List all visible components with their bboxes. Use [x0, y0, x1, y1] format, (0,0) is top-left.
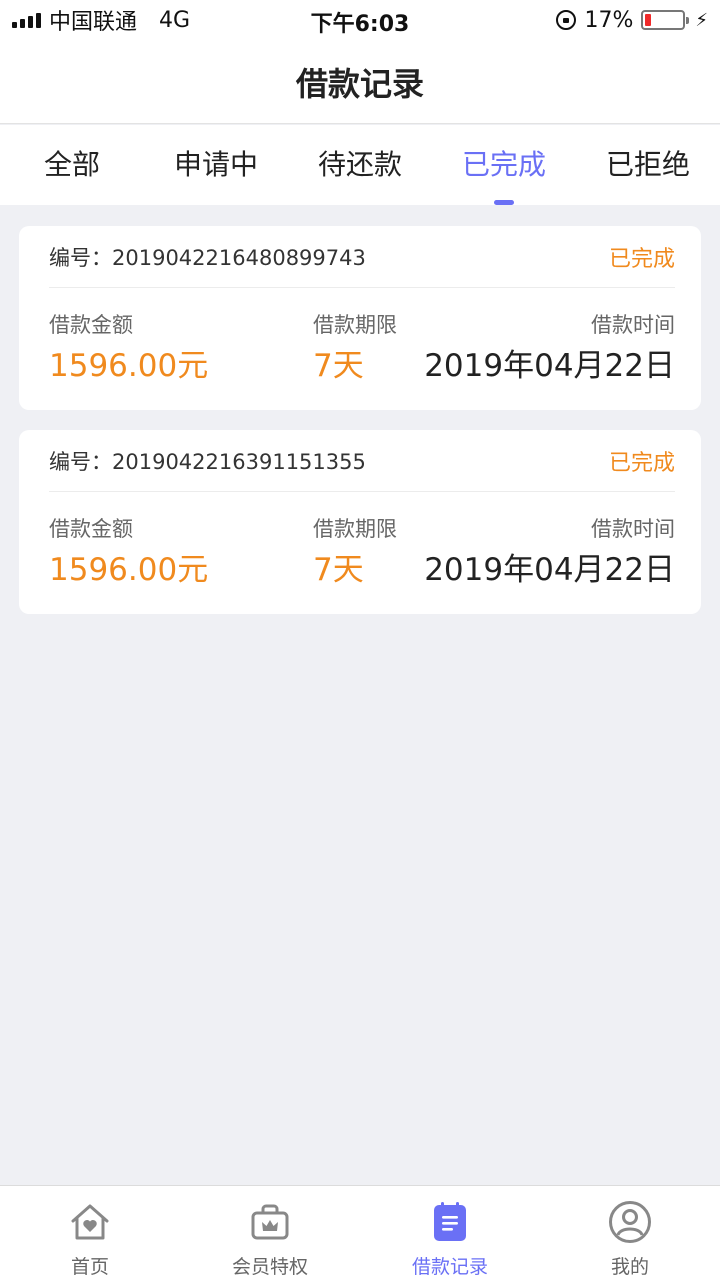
loan-amount: 借款金额 1596.00元 — [49, 516, 208, 590]
tab-all[interactable]: 全部 — [0, 125, 144, 205]
loan-amount-value: 1596.00元 — [49, 348, 209, 384]
record-details: 借款金额 1596.00元 借款期限 7天 借款时间 2019年04月22日 — [49, 492, 675, 613]
loan-time-value: 2019年04月22日 — [424, 552, 675, 588]
battery-icon — [641, 10, 690, 30]
tabbar-mine[interactable]: 我的 — [540, 1186, 720, 1280]
status-badge: 已完成 — [608, 450, 675, 476]
record-card[interactable]: 编号：2019042216391151355 已完成 借款金额 1596.00元… — [19, 430, 701, 614]
loan-period: 借款期限 7天 — [313, 312, 397, 386]
loan-time-value: 2019年04月22日 — [424, 348, 675, 384]
loan-period-label: 借款期限 — [313, 517, 397, 541]
record-details: 借款金额 1596.00元 借款期限 7天 借款时间 2019年04月22日 — [49, 288, 675, 409]
loan-period-value: 7天 — [313, 552, 364, 588]
order-number-label: 编号： — [49, 449, 112, 474]
order-number-label: 编号： — [49, 245, 112, 270]
order-number: 编号：2019042216391151355 — [49, 446, 366, 476]
tab-applying[interactable]: 申请中 — [144, 125, 288, 205]
tabbar-membership-label: 会员特权 — [231, 1256, 308, 1278]
loan-period-value: 7天 — [313, 348, 364, 384]
loan-period-label: 借款期限 — [313, 313, 397, 337]
loan-amount: 借款金额 1596.00元 — [49, 312, 208, 386]
loan-time-label: 借款时间 — [591, 517, 675, 541]
home-heart-icon — [68, 1200, 112, 1244]
page-title: 借款记录 — [295, 64, 424, 103]
tabbar-loan-records-label: 借款记录 — [411, 1256, 488, 1278]
loan-time-label: 借款时间 — [591, 313, 675, 337]
loan-amount-label: 借款金额 — [49, 517, 133, 541]
battery-percent: 17% — [584, 7, 634, 33]
loan-amount-value: 1596.00元 — [49, 552, 209, 588]
record-card[interactable]: 编号：2019042216480899743 已完成 借款金额 1596.00元… — [19, 226, 701, 410]
status-bar: 中国联通 4G 下午6:03 17% ⚡ — [0, 0, 720, 40]
filter-tabs: 全部 申请中 待还款 已完成 已拒绝 — [0, 125, 720, 205]
loan-period: 借款期限 7天 — [313, 516, 397, 590]
tabbar-mine-label: 我的 — [610, 1256, 649, 1278]
charging-icon: ⚡ — [695, 9, 708, 31]
tab-rejected[interactable]: 已拒绝 — [576, 125, 720, 205]
nav-bar: 借款记录 — [0, 40, 720, 124]
tabbar-loan-records[interactable]: 借款记录 — [360, 1186, 540, 1280]
status-right: 17% ⚡ — [556, 6, 708, 34]
tab-completed[interactable]: 已完成 — [432, 125, 576, 205]
tabbar-membership[interactable]: 会员特权 — [180, 1186, 360, 1280]
order-number-value: 2019042216391151355 — [112, 449, 366, 474]
record-list: 编号：2019042216480899743 已完成 借款金额 1596.00元… — [19, 226, 701, 634]
notepad-icon — [428, 1200, 472, 1244]
order-number: 编号：2019042216480899743 — [49, 242, 366, 272]
rotation-lock-icon — [556, 10, 577, 30]
loan-amount-label: 借款金额 — [49, 313, 133, 337]
crown-bag-icon — [248, 1200, 292, 1244]
user-circle-icon — [608, 1200, 652, 1244]
loan-time: 借款时间 2019年04月22日 — [424, 516, 675, 590]
status-badge: 已完成 — [608, 246, 675, 272]
tabbar-home-label: 首页 — [70, 1256, 109, 1278]
order-number-value: 2019042216480899743 — [112, 245, 366, 270]
loan-time: 借款时间 2019年04月22日 — [424, 312, 675, 386]
record-header: 编号：2019042216391151355 已完成 — [49, 430, 675, 492]
record-header: 编号：2019042216480899743 已完成 — [49, 226, 675, 288]
tabbar-home[interactable]: 首页 — [0, 1186, 180, 1280]
tab-pending-repayment[interactable]: 待还款 — [288, 125, 432, 205]
bottom-tab-bar: 首页 会员特权 借款记录 我的 — [0, 1185, 720, 1280]
